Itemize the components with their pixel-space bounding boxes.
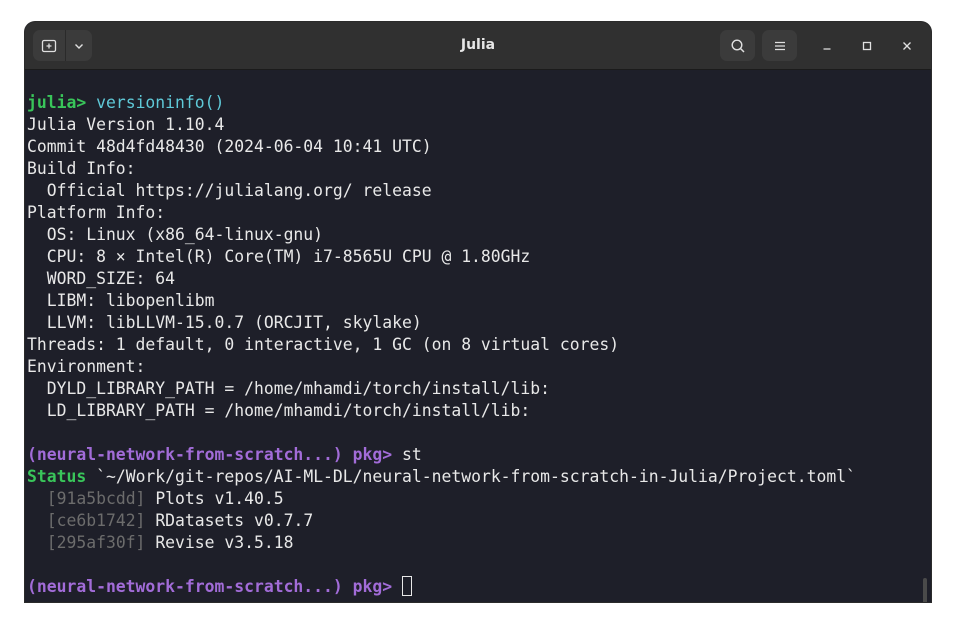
active-prompt-line[interactable]: (neural-network-from-scratch...) pkg>	[27, 576, 412, 598]
output-line: LD_LIBRARY_PATH = /home/mhamdi/torch/ins…	[27, 401, 531, 420]
maximize-icon	[862, 41, 872, 51]
output-line: OS: Linux (x86_64-linux-gnu)	[27, 225, 324, 244]
package-uuid: [91a5bcdd]	[46, 489, 146, 508]
output-line: DYLD_LIBRARY_PATH = /home/mhamdi/torch/i…	[27, 379, 551, 398]
close-icon	[903, 42, 911, 50]
package-row: [295af30f] Revise v3.5.18	[27, 532, 294, 554]
package-name: Revise v3.5.18	[155, 533, 294, 552]
pkg-prompt-line: (neural-network-from-scratch...) pkg> st	[27, 444, 422, 466]
output-line: Platform Info:	[27, 203, 166, 222]
package-row: [ce6b1742] RDatasets v0.7.7	[27, 510, 313, 532]
search-button[interactable]	[720, 30, 755, 61]
output-line: LIBM: libopenlibm	[27, 291, 215, 310]
scrollbar[interactable]	[923, 578, 927, 602]
search-icon	[730, 38, 745, 53]
pkg-command: st	[402, 445, 422, 464]
output-line: Environment:	[27, 357, 146, 376]
title-bar[interactable]: Julia	[25, 22, 931, 70]
status-label: Status	[27, 467, 87, 486]
output-line: Build Info:	[27, 159, 136, 178]
output-line: WORD_SIZE: 64	[27, 269, 176, 288]
julia-prompt: julia>	[27, 93, 87, 112]
menu-button[interactable]	[762, 30, 797, 61]
package-uuid: [295af30f]	[46, 533, 146, 552]
hamburger-menu-icon	[774, 41, 785, 50]
project-path: `~/Work/git-repos/AI-ML-DL/neural-networ…	[96, 467, 856, 486]
text-cursor	[402, 576, 412, 596]
output-line: Julia Version 1.10.4	[27, 115, 225, 134]
package-name: Plots v1.40.5	[155, 489, 284, 508]
status-line: Status `~/Work/git-repos/AI-ML-DL/neural…	[27, 466, 856, 488]
minimize-icon	[823, 48, 831, 50]
pkg-prompt: (neural-network-from-scratch...) pkg>	[27, 577, 393, 596]
output-line: Commit 48d4fd48430 (2024-06-04 10:41 UTC…	[27, 137, 432, 156]
terminal-window: Julia julia> versioninfo() Julia Version…	[25, 22, 931, 602]
output-line: Threads: 1 default, 0 interactive, 1 GC …	[27, 335, 620, 354]
minimize-button[interactable]	[815, 34, 839, 58]
package-uuid: [ce6b1742]	[46, 511, 146, 530]
output-line: Official https://julialang.org/ release	[27, 181, 432, 200]
terminal-output[interactable]: julia> versioninfo() Julia Version 1.10.…	[25, 92, 931, 602]
maximize-button[interactable]	[855, 34, 879, 58]
package-row: [91a5bcdd] Plots v1.40.5	[27, 488, 284, 510]
output-line: LLVM: libLLVM-15.0.7 (ORCJIT, skylake)	[27, 313, 422, 332]
package-name: RDatasets v0.7.7	[155, 511, 314, 530]
julia-prompt-line: julia> versioninfo()	[27, 92, 224, 114]
pkg-prompt: (neural-network-from-scratch...) pkg>	[27, 445, 393, 464]
output-line: CPU: 8 × Intel(R) Core(TM) i7-8565U CPU …	[27, 247, 531, 266]
versioninfo-command: versioninfo()	[96, 93, 225, 112]
close-button[interactable]	[895, 34, 919, 58]
